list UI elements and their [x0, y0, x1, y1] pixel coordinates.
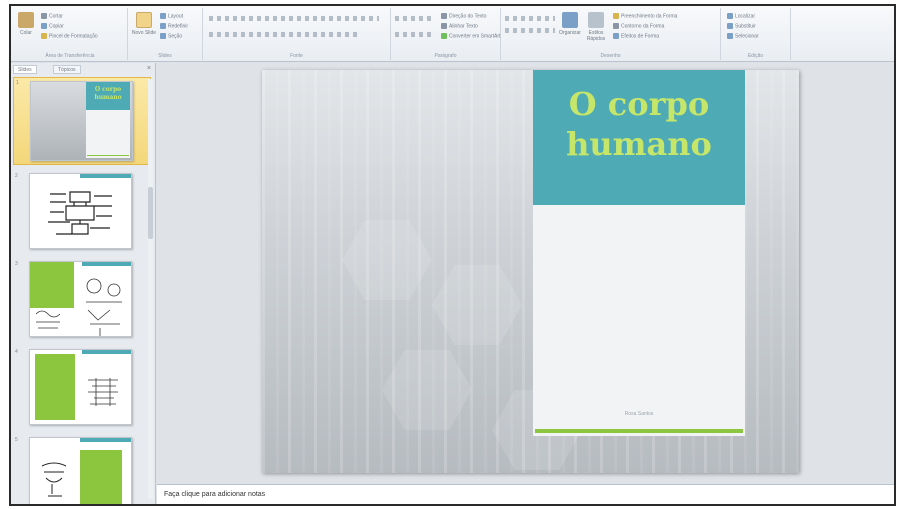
editing-group-label: Edição: [747, 53, 764, 59]
ribbon: Colar Cortar Copiar Pincel de Formatação…: [11, 6, 894, 62]
pane-tabs: Slides Tópicos: [13, 65, 153, 74]
slide-preview: [29, 437, 132, 504]
illustration: [88, 378, 118, 406]
font-group-label: Fonte: [290, 53, 303, 59]
brush-icon: [41, 33, 47, 39]
clipboard-group: Colar Cortar Copiar Pincel de Formatação…: [13, 8, 128, 60]
arrange-icon: [562, 12, 578, 28]
slide-thumbnail-5[interactable]: 5: [13, 435, 151, 504]
new-slide-icon: [136, 12, 152, 28]
outline-icon: [613, 23, 619, 29]
slide-author[interactable]: Rosa Santos: [533, 411, 745, 417]
powerpoint-window: Colar Cortar Copiar Pincel de Formatação…: [9, 4, 896, 506]
replace-icon: [727, 23, 733, 29]
section-button[interactable]: Seção: [160, 33, 182, 39]
scissors-icon: [41, 13, 47, 19]
copy-button[interactable]: Copiar: [41, 23, 64, 29]
shapes-gallery[interactable]: [505, 16, 555, 21]
clipboard-group-label: Área de Transferência: [45, 53, 95, 59]
slide-thumbnail-3[interactable]: 3: [13, 259, 151, 341]
fill-icon: [613, 13, 619, 19]
header-bar: [80, 438, 131, 442]
slide-canvas[interactable]: O corpo humano Rosa Santos: [262, 70, 799, 473]
quick-styles-icon: [588, 12, 604, 28]
quick-styles-button[interactable]: Estilos Rápidos: [585, 12, 607, 42]
tab-outline[interactable]: Tópicos: [53, 65, 81, 74]
layout-icon: [160, 13, 166, 19]
slide-number: 5: [15, 437, 18, 443]
text-direction-button[interactable]: Direção do Texto: [441, 13, 486, 19]
cut-button[interactable]: Cortar: [41, 13, 63, 19]
align-text-icon: [441, 23, 447, 29]
cover-panel: O corpo humano Rosa Santos: [533, 70, 745, 436]
cover-title-preview: O corpo humano: [94, 86, 122, 101]
layout-button[interactable]: Layout: [160, 13, 183, 19]
reset-button[interactable]: Redefinir: [160, 23, 188, 29]
effects-icon: [613, 33, 619, 39]
cover-line-preview: [87, 155, 129, 156]
paste-icon: [18, 12, 34, 28]
slide-number: 3: [15, 261, 18, 267]
anatomy-diagram: [48, 191, 112, 235]
slide-preview: O corpo humano: [30, 81, 133, 161]
font-controls[interactable]: [209, 16, 379, 21]
font-format-buttons[interactable]: [209, 32, 359, 37]
align-buttons[interactable]: [395, 32, 435, 37]
shape-outline-button[interactable]: Contorno da Forma: [613, 23, 664, 29]
text-direction-icon: [441, 13, 447, 19]
format-painter-button[interactable]: Pincel de Formatação: [41, 33, 98, 39]
notes-pane[interactable]: Faça clique para adicionar notas: [157, 484, 894, 504]
slide-number: 4: [15, 349, 18, 355]
copy-icon: [41, 23, 47, 29]
scrollbar-thumb[interactable]: [148, 187, 153, 239]
illustration: [35, 278, 122, 336]
new-slide-button[interactable]: Novo Slide: [131, 12, 157, 36]
smartart-button[interactable]: Converter em SmartArt: [441, 33, 500, 39]
select-button[interactable]: Selecionar: [727, 33, 759, 39]
tab-slides[interactable]: Slides: [13, 65, 37, 74]
cover-bottom-line: [535, 429, 743, 433]
green-text-box: [80, 450, 122, 504]
slide-number: 2: [15, 173, 18, 179]
slides-group-label: Slides: [158, 53, 172, 59]
illustration: [41, 462, 67, 497]
editing-group: Localizar Substituir Selecionar Edição: [721, 8, 791, 60]
slide-preview: [29, 261, 132, 337]
slide-thumbnail-1[interactable]: 1 O corpo humano: [13, 77, 151, 165]
slides-group: Novo Slide Layout Redefinir Seção Slides: [128, 8, 203, 60]
shape-effects-button[interactable]: Efeitos de Forma: [613, 33, 659, 39]
slides-pane: Slides Tópicos × 1 O corpo humano 2 3 4 …: [11, 63, 156, 504]
slide-thumbnail-2[interactable]: 2: [13, 171, 151, 253]
shape-fill-button[interactable]: Preenchimento da Forma: [613, 13, 677, 19]
reset-icon: [160, 23, 166, 29]
notes-placeholder: Faça clique para adicionar notas: [164, 491, 266, 498]
slide-thumbnail-4[interactable]: 4: [13, 347, 151, 429]
slide-preview: [29, 349, 132, 425]
font-group: Fonte: [203, 8, 391, 60]
paragraph-group: Direção do Texto Alinhar Texto Converter…: [391, 8, 501, 60]
binoculars-icon: [727, 13, 733, 19]
paste-button[interactable]: Colar: [16, 12, 36, 36]
section-icon: [160, 33, 166, 39]
list-buttons[interactable]: [395, 16, 435, 21]
slide-preview: [29, 173, 132, 249]
slide-number: 1: [16, 80, 19, 86]
cover-preview: O corpo humano: [86, 82, 130, 158]
shapes-gallery-row2[interactable]: [505, 28, 555, 33]
select-icon: [727, 33, 733, 39]
paragraph-group-label: Parágrafo: [434, 53, 457, 59]
drawing-group: Organizar Estilos Rápidos Preenchimento …: [501, 8, 721, 60]
find-button[interactable]: Localizar: [727, 13, 755, 19]
slide-title[interactable]: O corpo humano: [533, 84, 745, 164]
drawing-group-label: Desenho: [600, 53, 621, 59]
align-text-button[interactable]: Alinhar Texto: [441, 23, 478, 29]
replace-button[interactable]: Substituir: [727, 23, 756, 29]
thumbnails-scrollbar[interactable]: [148, 79, 153, 499]
close-pane-icon[interactable]: ×: [147, 65, 151, 72]
slide-editor: O corpo humano Rosa Santos: [157, 63, 894, 483]
smartart-icon: [441, 33, 447, 39]
arrange-button[interactable]: Organizar: [559, 12, 581, 36]
